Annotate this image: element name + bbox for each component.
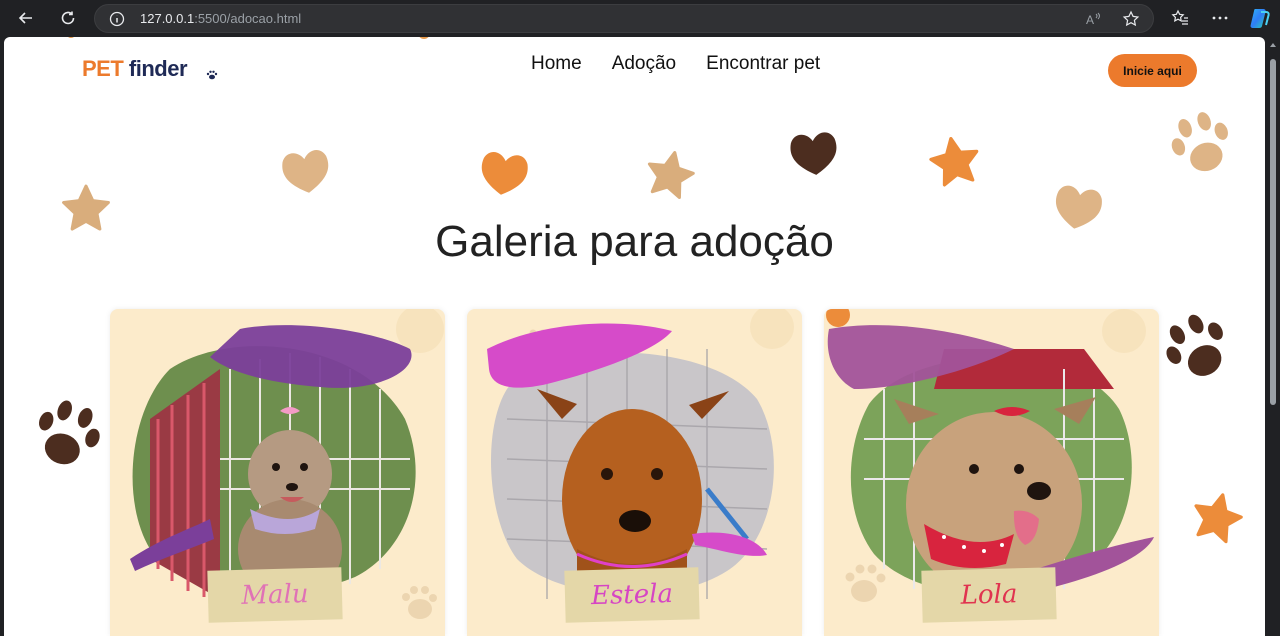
main-nav: Home Adoção Encontrar pet	[531, 53, 820, 75]
page-viewport: PET finder Home Adoção Encontrar pet Ini…	[4, 37, 1265, 636]
address-bar[interactable]: 127.0.0.1:5500/adocao.html A	[94, 4, 1154, 33]
paw-icon	[1166, 314, 1223, 376]
nav-adocao[interactable]: Adoção	[612, 53, 676, 75]
star-icon	[929, 136, 979, 187]
heart-icon	[282, 150, 329, 193]
url-text: 127.0.0.1:5500/adocao.html	[140, 11, 302, 26]
start-button[interactable]: Inicie aqui	[1108, 54, 1197, 87]
heart-fragment-icon	[419, 37, 429, 39]
paw-icon	[39, 400, 100, 465]
pet-name: Malu	[241, 579, 309, 611]
pet-name: Estela	[590, 578, 674, 612]
back-button[interactable]	[14, 6, 38, 30]
more-dots-icon	[1212, 16, 1228, 20]
logo-paw-icon	[206, 70, 218, 80]
read-aloud-icon[interactable]: A	[1085, 10, 1103, 28]
reload-icon	[61, 11, 75, 25]
paw-icon	[1171, 112, 1228, 172]
star-icon	[1194, 493, 1243, 544]
site-logo[interactable]: PET finder	[82, 56, 188, 82]
favorite-star-icon[interactable]	[1122, 10, 1140, 28]
gallery-heading: Galeria para adoção	[435, 217, 834, 266]
svg-text:A: A	[1086, 13, 1094, 27]
heart-fragment-icon	[68, 37, 74, 38]
page-scrollbar[interactable]	[1266, 37, 1280, 636]
pet-name-tag: Malu	[207, 567, 343, 623]
heart-icon	[790, 132, 837, 175]
favorites-button[interactable]	[1169, 7, 1191, 29]
copilot-button[interactable]	[1249, 7, 1271, 29]
star-icon	[647, 151, 695, 199]
pet-card-estela[interactable]: Estela	[467, 309, 802, 636]
back-arrow-icon	[18, 12, 32, 24]
reload-button[interactable]	[56, 6, 80, 30]
scroll-thumb[interactable]	[1270, 59, 1276, 405]
pet-card-lola[interactable]: Lola	[824, 309, 1159, 636]
site-info-icon[interactable]	[109, 11, 125, 27]
nav-home[interactable]: Home	[531, 53, 582, 75]
heart-icon	[481, 152, 528, 195]
nav-encontrar-pet[interactable]: Encontrar pet	[706, 53, 820, 75]
pet-name-tag: Estela	[564, 567, 700, 623]
favorites-list-icon	[1171, 9, 1188, 25]
more-menu-button[interactable]	[1209, 7, 1231, 29]
pet-name: Lola	[960, 579, 1018, 611]
copilot-icon	[1250, 9, 1270, 28]
pet-card-malu[interactable]: Malu	[110, 309, 445, 636]
browser-toolbar: 127.0.0.1:5500/adocao.html A	[0, 0, 1280, 37]
scroll-up-arrow-icon[interactable]	[1270, 43, 1276, 47]
pet-name-tag: Lola	[921, 567, 1057, 623]
